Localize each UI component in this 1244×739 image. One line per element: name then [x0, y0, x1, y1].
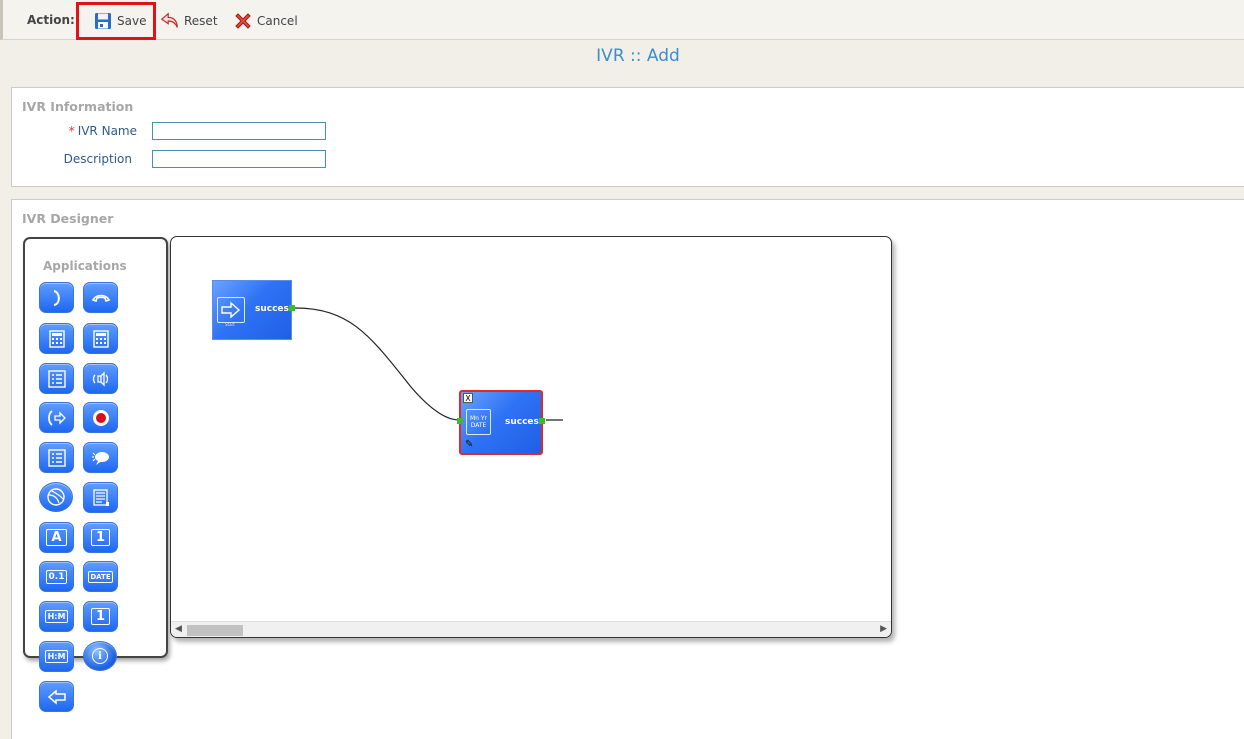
close-node-button[interactable]: X [463, 393, 473, 403]
ivr-information-panel: IVR Information * IVR Name Description [11, 87, 1244, 187]
answer-icon[interactable] [39, 282, 74, 313]
reset-button[interactable]: Reset [160, 9, 218, 33]
action-toolbar: Action: Save Reset Cancel [0, 0, 1244, 40]
say-time-alt-icon[interactable]: H:M [39, 641, 74, 672]
hangup-icon[interactable] [83, 282, 118, 313]
edit-pencil-icon[interactable]: ✎ [465, 439, 473, 450]
start-node[interactable]: Start success [212, 280, 295, 340]
scrollbar-thumb[interactable] [187, 625, 243, 636]
description-input[interactable] [152, 150, 326, 168]
action-label: Action: [27, 13, 75, 27]
horizontal-scrollbar[interactable]: ◀ ▶ [171, 621, 891, 637]
menu-list-icon[interactable] [39, 363, 74, 394]
scroll-left-arrow-icon[interactable]: ◀ [175, 624, 182, 634]
say-date-icon[interactable]: DATE [83, 561, 118, 592]
cancel-x-icon [233, 11, 253, 31]
panel-title: IVR Information [22, 99, 134, 114]
cancel-label: Cancel [257, 14, 298, 28]
arrow-right-icon [217, 297, 245, 323]
transfer-icon[interactable] [39, 402, 74, 433]
description-label: Description [63, 152, 132, 166]
speech-icon[interactable] [83, 442, 118, 473]
say-date-node[interactable]: X Mn Yr DATE success ✎ [457, 390, 545, 455]
ivr-designer-panel: IVR Designer Applications A 1 0.1 DATE H… [11, 199, 1244, 739]
start-caption: Start [225, 322, 235, 327]
save-label: Save [117, 14, 147, 28]
input-port[interactable] [457, 418, 463, 424]
page-title: IVR :: Add [596, 46, 680, 66]
calendar-date-icon: Mn Yr DATE [466, 409, 491, 435]
cancel-button[interactable]: Cancel [233, 9, 298, 33]
directory-icon[interactable] [83, 482, 118, 513]
panel-title: IVR Designer [22, 211, 114, 226]
info-icon[interactable]: i [83, 641, 117, 671]
keypad-alt-icon[interactable] [83, 323, 118, 354]
checklist-icon[interactable] [39, 442, 74, 473]
scroll-right-arrow-icon[interactable]: ▶ [880, 624, 887, 634]
voicemail-icon[interactable] [39, 482, 73, 512]
playback-icon[interactable] [83, 363, 118, 394]
say-time-icon[interactable]: H:M [39, 601, 74, 632]
say-number-alt-icon[interactable]: 1 [83, 601, 118, 632]
record-icon[interactable] [83, 402, 118, 433]
floppy-disk-icon [93, 11, 113, 31]
save-button[interactable]: Save [76, 2, 156, 40]
undo-arrow-icon [160, 11, 180, 31]
say-digits-icon[interactable]: 0.1 [39, 561, 74, 592]
output-port[interactable] [539, 418, 545, 424]
ivr-name-input[interactable] [152, 122, 326, 140]
say-number-icon[interactable]: 1 [83, 522, 118, 553]
output-port[interactable] [289, 305, 295, 311]
back-icon[interactable] [39, 681, 74, 712]
say-alpha-icon[interactable]: A [39, 522, 74, 553]
reset-label: Reset [184, 14, 218, 28]
designer-canvas[interactable]: Start success X Mn Yr DATE success ✎ ◀ ▶ [170, 236, 892, 638]
palette-title: Applications [43, 259, 127, 273]
ivr-name-label: * IVR Name [68, 124, 137, 138]
required-mark: * [68, 124, 75, 138]
keypad-icon[interactable] [39, 323, 74, 354]
